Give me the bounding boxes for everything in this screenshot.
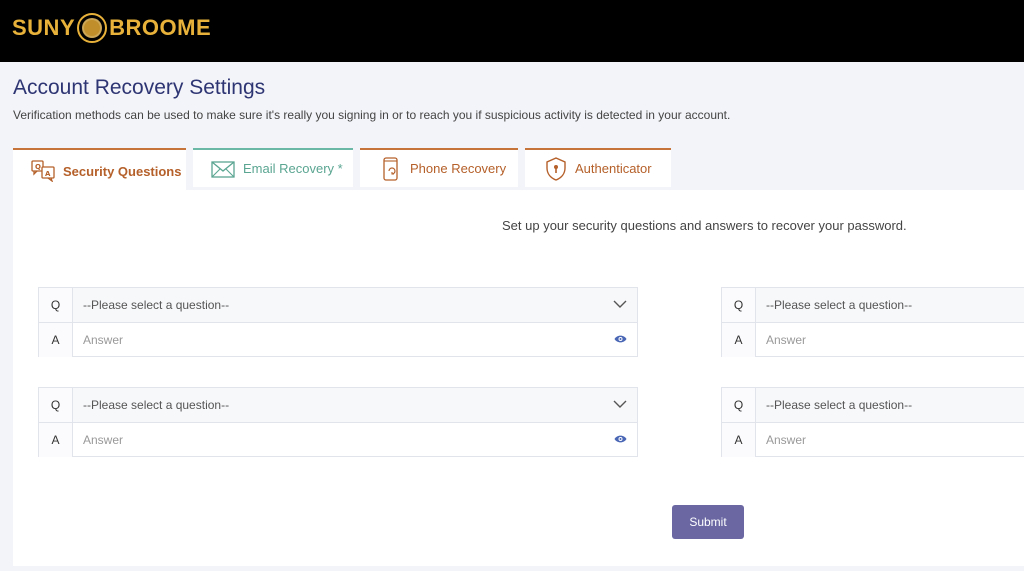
- answer-placeholder: Answer: [766, 333, 807, 347]
- qa-chat-icon: QA: [31, 160, 57, 182]
- page-title: Account Recovery Settings: [13, 76, 266, 99]
- qa-pair-4: Q --Please select a question-- A Answer: [721, 387, 1024, 457]
- answer-placeholder: Answer: [83, 333, 124, 347]
- question-placeholder: --Please select a question--: [766, 298, 913, 312]
- envelope-icon: [211, 158, 237, 180]
- qa-pair-2: Q --Please select a question-- A Answer: [38, 387, 638, 457]
- chevron-down-icon: [613, 400, 627, 408]
- chevron-down-icon: [613, 300, 627, 308]
- question-select[interactable]: --Please select a question--: [756, 388, 1024, 422]
- tab-label: Phone Recovery: [410, 161, 507, 176]
- tab-security-questions[interactable]: QA Security Questions: [13, 148, 186, 192]
- page-subtitle: Verification methods can be used to make…: [13, 108, 731, 122]
- seal-icon: [77, 13, 108, 43]
- answer-input[interactable]: Answer: [756, 323, 1024, 357]
- q-label: Q: [722, 388, 756, 422]
- q-label: Q: [722, 288, 756, 322]
- tab-email-recovery[interactable]: Email Recovery *: [193, 148, 353, 187]
- a-label: A: [39, 423, 73, 457]
- submit-button[interactable]: Submit: [672, 505, 744, 539]
- eye-icon[interactable]: [614, 434, 627, 444]
- question-select[interactable]: --Please select a question--: [756, 288, 1024, 322]
- tab-authenticator[interactable]: Authenticator: [525, 148, 671, 187]
- tab-phone-recovery[interactable]: Phone Recovery: [360, 148, 518, 187]
- a-label: A: [722, 423, 756, 457]
- instructions-text: Set up your security questions and answe…: [502, 218, 907, 233]
- question-placeholder: --Please select a question--: [766, 398, 913, 412]
- answer-placeholder: Answer: [766, 433, 807, 447]
- top-header: SUNY BROOME: [0, 0, 1024, 62]
- svg-text:A: A: [45, 170, 51, 178]
- answer-input[interactable]: Answer: [756, 423, 1024, 457]
- question-placeholder: --Please select a question--: [83, 298, 230, 312]
- q-label: Q: [39, 388, 73, 422]
- svg-text:Q: Q: [35, 163, 41, 171]
- qa-pair-3: Q --Please select a question-- A Answer: [721, 287, 1024, 357]
- tab-label: Authenticator: [575, 161, 652, 176]
- logo-text-right: BROOME: [109, 15, 212, 40]
- tab-label: Email Recovery *: [243, 161, 343, 176]
- answer-input[interactable]: Answer: [73, 423, 637, 457]
- qa-pair-1: Q --Please select a question-- A Answer: [38, 287, 638, 357]
- security-questions-panel: Set up your security questions and answe…: [13, 190, 1024, 566]
- eye-icon[interactable]: [614, 334, 627, 344]
- suny-broome-logo[interactable]: SUNY BROOME: [12, 10, 211, 46]
- tab-label: Security Questions: [63, 163, 182, 179]
- question-select[interactable]: --Please select a question--: [73, 288, 637, 322]
- q-label: Q: [39, 288, 73, 322]
- a-label: A: [39, 323, 73, 357]
- logo-text-left: SUNY: [12, 15, 76, 40]
- question-select[interactable]: --Please select a question--: [73, 388, 637, 422]
- phone-icon: [378, 156, 404, 181]
- answer-placeholder: Answer: [83, 433, 124, 447]
- shield-icon: [543, 156, 569, 181]
- answer-input[interactable]: Answer: [73, 323, 637, 357]
- question-placeholder: --Please select a question--: [83, 398, 230, 412]
- a-label: A: [722, 323, 756, 357]
